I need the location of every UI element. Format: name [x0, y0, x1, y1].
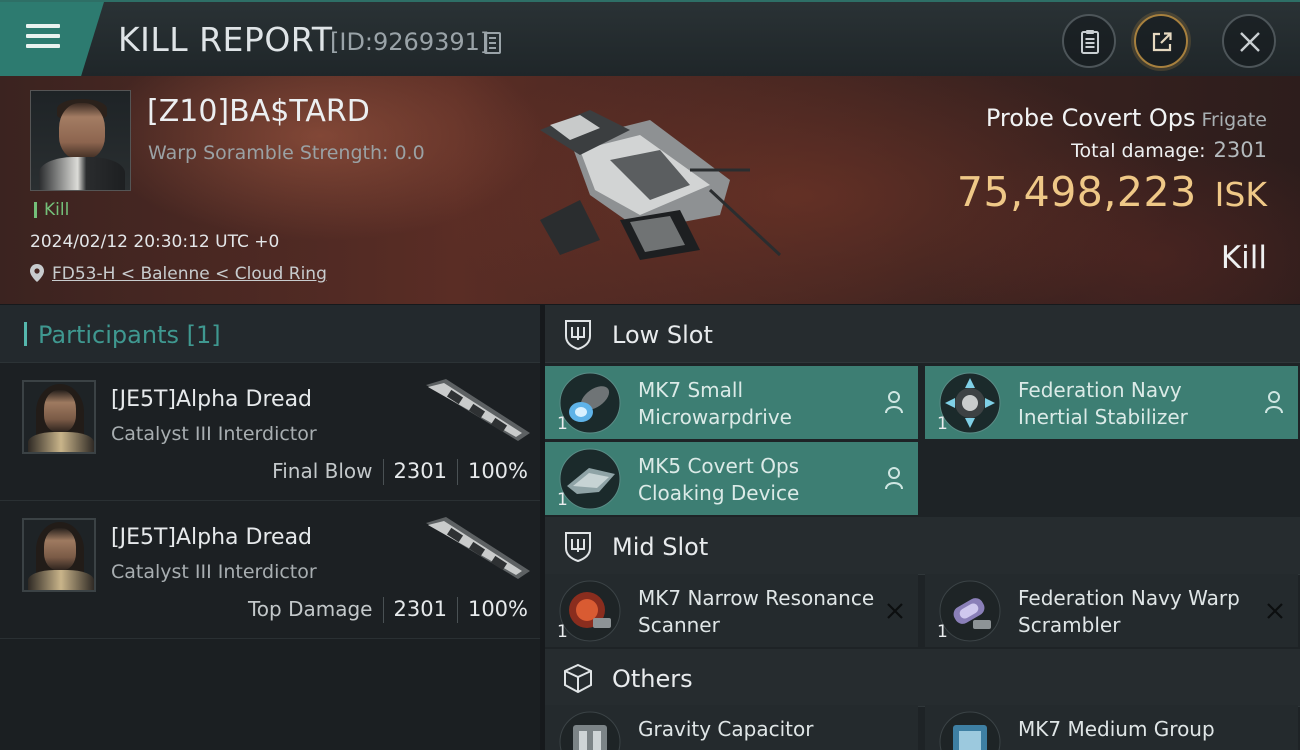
module-quantity: 1	[937, 414, 948, 434]
inertial-stabilizer-icon	[939, 372, 1001, 434]
weapon-icon	[426, 379, 530, 441]
module-item[interactable]: 1 MK7 Narrow Resonance Scanner	[545, 574, 918, 647]
total-damage-value: 2301	[1213, 138, 1267, 162]
victim-ship[interactable]: Probe Covert Ops Frigate	[986, 104, 1267, 132]
copy-icon[interactable]	[484, 32, 501, 54]
low-slot-header: Low Slot	[545, 305, 1300, 363]
participants-panel: Participants [1] [JE5T]Alpha Dread Catal…	[0, 305, 540, 750]
kill-type-tag: Kill	[34, 202, 69, 219]
module-item[interactable]: 1 Federation Navy Warp Scrambler	[925, 574, 1298, 647]
ship-name: Probe Covert Ops	[985, 104, 1196, 132]
participant-avatar[interactable]	[22, 380, 96, 454]
participant-row[interactable]: [JE5T]Alpha Dread Catalyst III Interdict…	[0, 363, 540, 501]
fittings-panel: Low Slot 1 MK7 Small Microwarpdrive 1 Fe…	[545, 305, 1300, 750]
location-pin-icon	[30, 264, 44, 282]
destroyed-x-icon	[1267, 603, 1283, 619]
participant-stats: Final Blow 2301 100%	[272, 459, 528, 485]
module-name: MK5 Covert Ops Cloaking Device	[638, 454, 800, 505]
ship-class: Frigate	[1201, 109, 1267, 131]
medium-group-icon	[939, 711, 1001, 750]
module-quantity: 1	[557, 414, 568, 434]
cloaking-device-icon	[559, 448, 621, 510]
ship-image	[540, 110, 782, 260]
mid-slot-title: Mid Slot	[612, 533, 709, 561]
weapon-icon	[426, 517, 530, 579]
participant-name: [JE5T]Alpha Dread	[111, 525, 313, 550]
isk-amount: 75,498,223	[956, 168, 1197, 216]
module-name: MK7 Medium Group	[1018, 717, 1215, 741]
clipboard-icon	[1081, 30, 1099, 54]
participant-damage: 2301	[393, 459, 447, 483]
module-item[interactable]: 1 Federation Navy Inertial Stabilizer	[925, 366, 1298, 439]
participants-title: Participants [1]	[38, 321, 221, 349]
victim-name[interactable]: [Z10]BA$TARD	[147, 94, 370, 129]
module-name: Federation Navy Inertial Stabilizer	[1018, 378, 1188, 429]
total-damage: Total damage: 2301	[1071, 138, 1267, 162]
total-damage-label: Total damage:	[1071, 140, 1206, 162]
clipboard-button[interactable]	[1062, 14, 1116, 68]
close-button[interactable]	[1222, 14, 1276, 68]
module-quantity: 1	[557, 622, 568, 642]
close-icon	[1240, 32, 1260, 52]
participant-damage: 2301	[393, 597, 447, 621]
module-name: MK7 Narrow Resonance Scanner	[638, 586, 875, 637]
warp-scramble-strength: Warp Soramble Strength: 0.0	[148, 142, 425, 164]
module-item[interactable]: 1 MK7 Medium Group	[925, 705, 1298, 750]
kill-location-link[interactable]: FD53-H < Balenne < Cloud Ring	[52, 264, 327, 284]
microwarpdrive-icon	[559, 372, 621, 434]
participant-damage-label: Final Blow	[272, 459, 373, 483]
isk-value: 75,498,223 ISK	[957, 168, 1267, 216]
module-item[interactable]: 1 MK7 Small Microwarpdrive	[545, 366, 918, 439]
module-quantity: 1	[937, 622, 948, 642]
hamburger-icon	[26, 24, 60, 52]
gravity-capacitor-icon	[559, 711, 621, 750]
kill-datetime: 2024/02/12 20:30:12 UTC +0	[30, 232, 280, 252]
participant-damage-percent: 100%	[467, 459, 528, 483]
participant-damage-label: Top Damage	[247, 597, 373, 621]
participant-damage-percent: 100%	[467, 597, 528, 621]
module-quantity: 1	[557, 490, 568, 510]
cargo-box-icon	[564, 663, 592, 694]
isk-unit: ISK	[1214, 175, 1267, 214]
page-title: KILL REPORT	[118, 20, 333, 59]
menu-button[interactable]	[0, 2, 104, 76]
participant-stats: Top Damage 2301 100%	[248, 597, 528, 623]
low-slot-icon	[565, 320, 591, 350]
others-title: Others	[612, 665, 693, 693]
others-header: Others	[545, 649, 1300, 707]
module-item[interactable]: 1 MK5 Covert Ops Cloaking Device	[545, 442, 918, 515]
resonance-scanner-icon	[559, 580, 621, 642]
kill-result: Kill	[1220, 240, 1267, 276]
pilot-icon	[885, 391, 903, 414]
top-bar: KILL REPORT [ID:9269391]	[0, 0, 1300, 76]
report-id: [ID:9269391]	[330, 28, 490, 56]
mid-slot-icon	[565, 532, 591, 562]
low-slot-title: Low Slot	[612, 321, 713, 349]
pilot-icon	[1265, 391, 1283, 414]
participant-name: [JE5T]Alpha Dread	[111, 387, 313, 412]
share-icon	[1152, 32, 1172, 52]
participants-header[interactable]: Participants [1]	[0, 305, 540, 363]
participant-ship: Catalyst III Interdictor	[111, 423, 317, 445]
module-name: Gravity Capacitor	[638, 717, 814, 741]
module-item[interactable]: 1 Gravity Capacitor	[545, 705, 918, 750]
victim-portrait[interactable]	[30, 90, 131, 191]
warp-scrambler-icon	[939, 580, 1001, 642]
pilot-icon	[885, 467, 903, 490]
share-button[interactable]	[1134, 14, 1188, 68]
mid-slot-header: Mid Slot	[545, 517, 1300, 575]
module-name: MK7 Small Microwarpdrive	[638, 378, 792, 429]
module-name: Federation Navy Warp Scrambler	[1018, 586, 1240, 637]
participant-ship: Catalyst III Interdictor	[111, 561, 317, 583]
participant-row[interactable]: [JE5T]Alpha Dread Catalyst III Interdict…	[0, 501, 540, 639]
destroyed-x-icon	[887, 603, 903, 619]
participant-avatar[interactable]	[22, 518, 96, 592]
